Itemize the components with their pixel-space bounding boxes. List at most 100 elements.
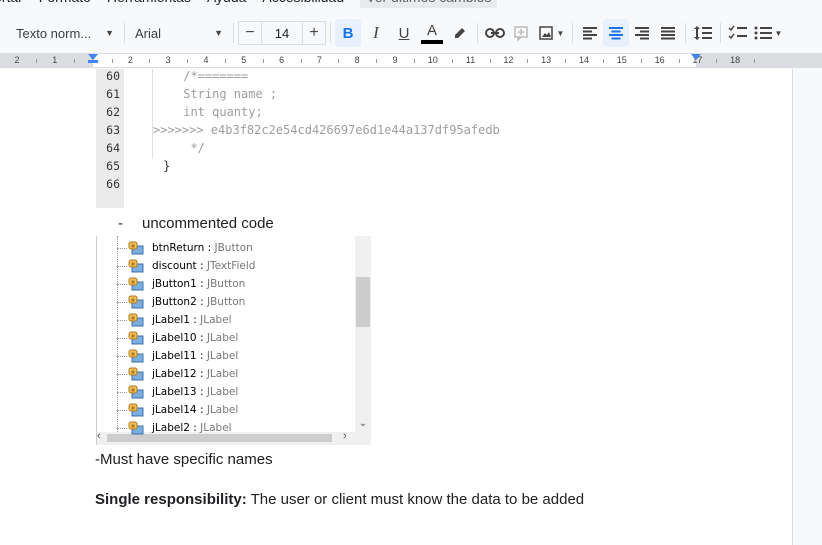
type-separator: : bbox=[196, 386, 207, 398]
paragraph-style-select[interactable]: Texto norm... ▼ bbox=[10, 19, 120, 47]
bold-button[interactable]: B bbox=[335, 19, 361, 47]
comment-add-icon bbox=[514, 26, 528, 41]
line-number: 64 bbox=[106, 141, 120, 155]
align-left-button[interactable] bbox=[577, 19, 603, 47]
toolbar-separator bbox=[572, 23, 573, 43]
code-line: 63 >>>>>>> e4b3f82c2e54cd426697e6d1e44a13… bbox=[96, 121, 698, 139]
tree-connector bbox=[117, 338, 127, 339]
menu-item[interactable]: ertar bbox=[0, 0, 23, 8]
component-type: JLabel bbox=[206, 404, 239, 416]
tree-item[interactable]: jButton2 : JButton bbox=[97, 293, 355, 311]
chevron-down-icon: ▼ bbox=[105, 28, 114, 38]
add-comment-button[interactable] bbox=[508, 19, 534, 47]
component-tree-image: ⌄ ‹ › btnReturn : JButton discount : JTex… bbox=[96, 236, 371, 445]
bullet-marker: - bbox=[118, 215, 123, 232]
component-lock-icon bbox=[128, 241, 144, 255]
tree-item[interactable]: jLabel10 : JLabel bbox=[97, 329, 355, 347]
vertical-scrollbar[interactable]: ⌄ bbox=[355, 236, 371, 432]
scroll-down-arrow-icon[interactable]: ⌄ bbox=[355, 416, 371, 432]
bulleted-list-button[interactable]: ▼ bbox=[751, 19, 785, 47]
menu-item[interactable]: Formato bbox=[39, 0, 91, 8]
ruler-tick bbox=[338, 59, 340, 63]
tree-item[interactable]: jLabel12 : JLabel bbox=[97, 365, 355, 383]
text-color-button[interactable]: A bbox=[419, 19, 445, 47]
type-separator: : bbox=[196, 404, 207, 416]
ruler-tick bbox=[376, 59, 378, 63]
first-line-indent-marker[interactable] bbox=[88, 60, 98, 63]
justify-button[interactable] bbox=[655, 19, 681, 47]
tree-item-label: jLabel12 : JLabel bbox=[152, 365, 238, 383]
component-lock-icon bbox=[128, 259, 144, 273]
menu-item[interactable]: Ayuda bbox=[207, 0, 246, 8]
insert-image-button[interactable]: ▼ bbox=[534, 19, 568, 47]
highlight-button[interactable] bbox=[447, 19, 473, 47]
ruler-tick bbox=[716, 59, 718, 63]
paragraph-single-responsibility: Single responsibility: The user or clien… bbox=[95, 491, 584, 508]
tree-item[interactable]: jLabel14 : JLabel bbox=[97, 401, 355, 419]
insert-link-button[interactable] bbox=[482, 19, 508, 47]
document-page[interactable]: 60/*======= 61 String name ; 62 int quanty; 6… bbox=[0, 69, 793, 545]
checklist-button[interactable] bbox=[725, 19, 751, 47]
tree-item[interactable]: btnReturn : JButton bbox=[97, 239, 355, 257]
paragraph-specific-names: -Must have specific names bbox=[95, 451, 273, 468]
font-family-select[interactable]: Arial ▼ bbox=[129, 19, 229, 47]
component-lock-icon bbox=[128, 349, 144, 363]
tree-item[interactable]: discount : JTextField bbox=[97, 257, 355, 275]
tree-item[interactable]: jLabel2 : JLabel bbox=[97, 419, 355, 437]
component-name: jLabel2 bbox=[152, 422, 190, 434]
align-center-button[interactable] bbox=[603, 19, 629, 47]
text-color-icon: A bbox=[421, 22, 443, 44]
component-lock-icon bbox=[128, 403, 144, 417]
type-separator: : bbox=[196, 296, 207, 308]
ruler-number: 16 bbox=[654, 55, 665, 65]
line-spacing-button[interactable] bbox=[690, 19, 716, 47]
type-separator: : bbox=[196, 278, 207, 290]
line-spacing-icon bbox=[694, 26, 712, 40]
align-right-button[interactable] bbox=[629, 19, 655, 47]
ruler-number: 8 bbox=[354, 55, 360, 65]
menu-item[interactable]: Herramientas bbox=[107, 0, 191, 8]
decrease-font-size-button[interactable]: − bbox=[238, 21, 262, 45]
font-size-input[interactable]: 14 bbox=[262, 21, 302, 45]
last-edit-link[interactable]: Ver últimos cambios bbox=[360, 0, 498, 8]
line-number: 62 bbox=[106, 105, 120, 119]
code-line: 61 String name ; bbox=[96, 85, 698, 103]
component-type: JLabel bbox=[206, 386, 239, 398]
ruler-right-margin bbox=[696, 54, 822, 67]
component-type: JLabel bbox=[200, 422, 232, 434]
code-snippet-image: 60/*======= 61 String name ; 62 int quanty; 6… bbox=[96, 69, 698, 208]
tree-item[interactable]: jButton1 : JButton bbox=[97, 275, 355, 293]
code-text: int quanty; bbox=[183, 105, 263, 119]
ruler-tick bbox=[149, 59, 151, 63]
ruler-tick bbox=[73, 59, 75, 63]
scrollbar-thumb[interactable] bbox=[356, 277, 370, 327]
tree-item-label: jButton2 : JButton bbox=[152, 293, 245, 311]
component-type: JLabel bbox=[206, 350, 239, 362]
tree-item-label: jButton1 : JButton bbox=[152, 275, 245, 293]
tree-connector bbox=[117, 320, 127, 321]
type-separator: : bbox=[196, 350, 207, 362]
tree-item[interactable]: jLabel13 : JLabel bbox=[97, 383, 355, 401]
component-type: JButton bbox=[207, 296, 246, 308]
component-name: discount bbox=[152, 260, 197, 272]
code-text: } bbox=[163, 159, 171, 173]
code-line: 66 bbox=[96, 175, 698, 193]
bulleted-list-icon bbox=[754, 26, 772, 40]
component-lock-icon bbox=[128, 421, 144, 435]
tree-item[interactable]: jLabel1 : JLabel bbox=[97, 311, 355, 329]
underline-button[interactable]: U bbox=[391, 19, 417, 47]
italic-button[interactable]: I bbox=[363, 19, 389, 47]
ruler[interactable]: 21123456789101112131415161718 bbox=[0, 53, 822, 68]
menu-bar: ertar Formato Herramientas Ayuda Accesibilid… bbox=[0, 0, 822, 8]
tree-item[interactable]: jLabel11 : JLabel bbox=[97, 347, 355, 365]
ruler-number: 6 bbox=[279, 55, 285, 65]
increase-font-size-button[interactable]: + bbox=[302, 21, 326, 45]
ruler-tick bbox=[262, 59, 264, 63]
code-line: 60 /*======= bbox=[96, 67, 698, 85]
ruler-number: 10 bbox=[427, 55, 438, 65]
right-indent-marker[interactable] bbox=[691, 54, 701, 60]
menu-item[interactable]: Accesibilidad bbox=[262, 0, 344, 8]
toolbar: Texto norm... ▼ Arial ▼ − 14 + B I U A ▼ bbox=[0, 13, 822, 53]
link-icon bbox=[485, 28, 505, 38]
image-icon bbox=[538, 26, 553, 40]
